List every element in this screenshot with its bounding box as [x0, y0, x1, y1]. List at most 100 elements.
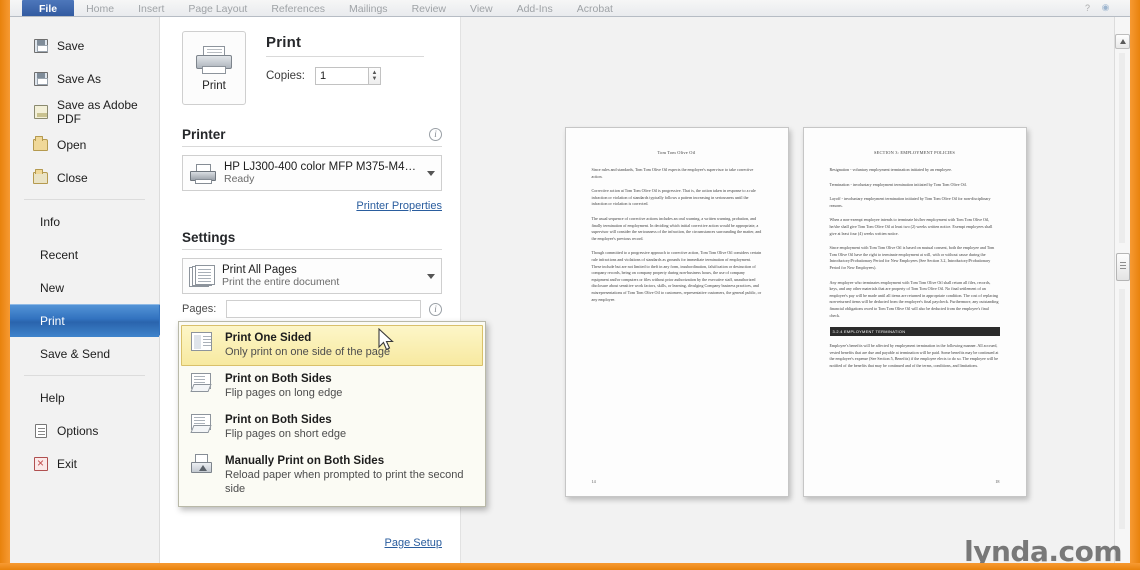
pages-info-icon[interactable]: i [429, 302, 442, 316]
printer-select[interactable]: HP LJ300-400 color MFP M375-M475 PCL 6 R… [182, 155, 442, 191]
sidebar-item-exit[interactable]: Exit [10, 447, 159, 480]
preview-scrollbar[interactable] [1114, 17, 1130, 563]
backstage-nav: Save Save As Save as Adobe PDF Open Close Inf… [10, 17, 172, 563]
sidebar-item-save-as-adobe-pdf[interactable]: Save as Adobe PDF [10, 95, 159, 128]
sidebar-item-options[interactable]: Options [10, 414, 159, 447]
window-frame-bottom-edge [0, 563, 1140, 570]
ribbon-tab-insert[interactable]: Insert [126, 0, 176, 16]
left-page-title: Tom Tom Olive Oil [657, 150, 696, 155]
copies-input[interactable]: 1 [315, 67, 369, 85]
sidebar-item-label: Recent [40, 247, 79, 262]
help-icon[interactable]: ? [1081, 1, 1094, 14]
sidebar-item-label: Save as Adobe PDF [57, 97, 138, 126]
printer-properties-link[interactable]: Printer Properties [356, 200, 442, 212]
scroll-up-button[interactable] [1115, 34, 1130, 49]
printer-small-icon [189, 162, 217, 184]
dropdown-option-3[interactable]: Manually Print on Both Sides Reload paper… [181, 448, 483, 503]
sidebar-item-save-as[interactable]: Save As [10, 62, 159, 95]
dropdown-option-subtitle: Flip pages on long edge [225, 387, 343, 399]
preview-pages: Tom Tom Olive Oil Since rules and standa… [564, 127, 1027, 497]
print-sides-dropdown-menu[interactable]: Print One Sided Only print on one side of… [178, 321, 486, 507]
preview-page-left[interactable]: Tom Tom Olive Oil Since rules and standa… [564, 127, 789, 497]
both-sides-short-edge-icon [189, 413, 215, 435]
ribbon-tab-file[interactable]: File [22, 0, 75, 16]
ribbon-tab-acrobat[interactable]: Acrobat [565, 0, 625, 16]
right-page-heading: SECTION 3: EMPLOYMENT POLICIES [874, 150, 955, 155]
sidebar-item-label: Exit [57, 456, 78, 471]
sidebar-item-label: Save & Send [40, 346, 111, 361]
dropdown-option-title: Manually Print on Both Sides [225, 455, 385, 467]
printer-section-heading-row: Printer i [182, 127, 442, 142]
document-paragraph: Termination - involuntary employment ter… [829, 181, 967, 187]
title-divider [266, 56, 424, 57]
exit-icon [32, 455, 49, 472]
dropdown-option-title: Print on Both Sides [225, 373, 332, 385]
save-as-disk-icon [32, 70, 49, 87]
scroll-thumb[interactable] [1116, 253, 1130, 281]
printer-icon [194, 45, 234, 75]
ribbon-tab-mailings[interactable]: Mailings [337, 0, 400, 16]
sidebar-item-label: Open [57, 137, 87, 152]
print-button[interactable]: Print [182, 31, 246, 105]
sidebar-item-close[interactable]: Close [10, 161, 159, 194]
sidebar-item-save[interactable]: Save [10, 29, 159, 62]
ribbon-tab-review[interactable]: Review [400, 0, 458, 16]
printer-status: Ready [224, 173, 255, 185]
close-folder-icon [32, 169, 49, 186]
print-action-row: Print Print Copies: 1 ▲ ▼ [182, 31, 442, 105]
printer-name: HP LJ300-400 color MFP M375-M475 PCL 6 [224, 161, 416, 173]
word-print-backstage-window: File Home Insert Page Layout References Maili… [0, 0, 1140, 570]
pages-row: Pages: i [182, 300, 442, 318]
page-setup-link[interactable]: Page Setup [385, 537, 443, 549]
one-sided-page-icon [189, 331, 215, 353]
chevron-down-icon[interactable] [427, 170, 435, 176]
settings-section-heading: Settings [182, 230, 236, 245]
printer-info-icon[interactable]: i [429, 128, 442, 141]
sidebar-item-help[interactable]: Help [10, 381, 159, 414]
ribbon-tab-home[interactable]: Home [74, 0, 126, 16]
dropdown-option-0[interactable]: Print One Sided Only print on one side of… [181, 325, 483, 366]
ribbon-tab-references[interactable]: References [259, 0, 337, 16]
sidebar-item-label: Help [40, 390, 65, 405]
sidebar-item-recent[interactable]: Recent [10, 238, 159, 271]
document-paragraph: Layoff - involuntary employment terminat… [829, 196, 991, 208]
pages-input[interactable] [226, 300, 421, 318]
sidebar-item-label: Print [40, 313, 65, 328]
document-paragraph: Though committed to a progressive approa… [591, 250, 762, 302]
globe-icon[interactable]: ◉ [1099, 1, 1112, 14]
print-heading-group: Print Copies: 1 ▲ ▼ [266, 31, 442, 85]
dropdown-option-2[interactable]: Print on Both Sides Flip pages on short e… [181, 407, 483, 448]
scroll-track-lower[interactable] [1119, 289, 1125, 529]
sidebar-item-label: Save As [57, 71, 102, 86]
dropdown-option-1[interactable]: Print on Both Sides Flip pages on long ed… [181, 366, 483, 407]
sidebar-item-label: Save [57, 38, 85, 53]
document-paragraph: When a non-exempt employee intends to te… [829, 217, 993, 236]
ribbon-tab-add-ins[interactable]: Add-Ins [505, 0, 565, 16]
scroll-track-upper[interactable] [1119, 53, 1125, 243]
sidebar-item-open[interactable]: Open [10, 128, 159, 161]
sidebar-item-info[interactable]: Info [10, 205, 159, 238]
document-paragraph: The usual sequence of corrective actions… [591, 215, 762, 241]
print-preview-pane: Tom Tom Olive Oil Since rules and standa… [460, 17, 1130, 563]
chevron-down-icon[interactable] [427, 273, 435, 279]
sidebar-item-new[interactable]: New [10, 271, 159, 304]
sidebar-item-label: Info [40, 214, 61, 229]
sidebar-item-label: Options [57, 423, 99, 438]
scroll-up-arrow-icon [1119, 39, 1126, 44]
ribbon-tab-view[interactable]: View [458, 0, 505, 16]
both-sides-long-edge-icon [189, 372, 215, 394]
print-range-select[interactable]: Print All Pages Print the entire documen… [182, 258, 442, 294]
save-disk-icon [32, 37, 49, 54]
sidebar-item-print[interactable]: Print [10, 304, 172, 337]
copies-stepper[interactable]: ▲ ▼ [369, 67, 381, 85]
stepper-down-icon[interactable]: ▼ [372, 76, 378, 82]
dropdown-option-subtitle: Reload paper when prompted to print the … [225, 469, 464, 495]
ribbon-tab-strip: File Home Insert Page Layout References Maili… [10, 0, 1130, 17]
right-page-number: 18 [995, 479, 1000, 484]
preview-page-right[interactable]: SECTION 3: EMPLOYMENT POLICIES Resignati… [802, 127, 1027, 497]
dropdown-option-title: Print on Both Sides [225, 414, 332, 426]
window-frame-left-edge [0, 0, 10, 570]
manual-both-sides-icon [189, 454, 215, 476]
sidebar-item-save-send[interactable]: Save & Send [10, 337, 159, 370]
ribbon-tab-page-layout[interactable]: Page Layout [176, 0, 259, 16]
